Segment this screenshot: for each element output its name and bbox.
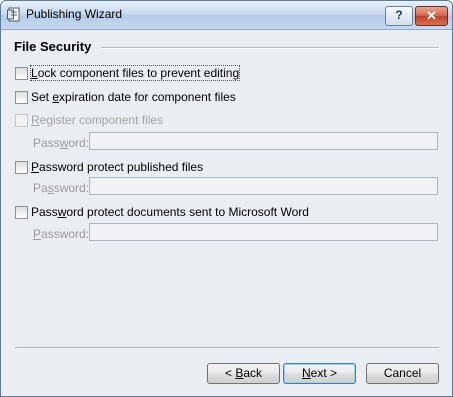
title-bar[interactable]: Publishing Wizard ? ✕ (1, 1, 452, 30)
button-text: Cancel (383, 366, 422, 380)
close-icon: ✕ (426, 8, 437, 23)
checkbox-label: Register component files (31, 113, 163, 127)
checkbox-label: Set expiration date for component files (31, 90, 236, 104)
word-password-field (89, 223, 438, 241)
section-title: File Security (14, 39, 96, 54)
checkbox-label: Lock component files to prevent editing (29, 65, 241, 81)
checkbox-label: Password protect documents sent to Micro… (31, 205, 309, 219)
label-text: xpiration date for component files (59, 90, 236, 104)
label-text: Set (31, 90, 53, 104)
word-password-label: Password: (33, 227, 89, 241)
help-icon: ? (395, 8, 403, 22)
label-text: assword: (41, 227, 90, 241)
button-text: ext > (310, 366, 338, 380)
section-divider (101, 47, 439, 49)
window-title: Publishing Wizard (26, 7, 123, 21)
label-accesskey: L (31, 66, 38, 80)
register-password-label: Password: (33, 136, 89, 150)
button-accesskey: N (301, 366, 311, 380)
cancel-button[interactable]: Cancel (366, 363, 439, 384)
button-text: < (224, 366, 236, 380)
next-button[interactable]: Next > (283, 363, 356, 384)
checkbox-box[interactable] (15, 206, 28, 219)
wizard-page: File Security Lock component files to pr… (1, 30, 452, 396)
label-text: egister component files (39, 113, 164, 127)
footer-divider (15, 347, 439, 349)
publishing-wizard-dialog: Publishing Wizard ? ✕ File Security Lock… (0, 0, 453, 397)
checkbox-box[interactable] (15, 91, 28, 104)
label-text: Pass (31, 205, 58, 219)
label-text: sword: (53, 181, 90, 195)
published-password-field (89, 177, 438, 195)
document-icon (7, 7, 20, 22)
published-password-label: Password: (33, 181, 89, 195)
back-button[interactable]: < Back (207, 363, 280, 384)
label-text: Pass (33, 136, 60, 150)
checkbox-label: Password protect published files (31, 160, 203, 174)
checkbox-box (15, 114, 28, 127)
label-text: Pa (33, 181, 48, 195)
close-button[interactable]: ✕ (415, 6, 448, 26)
label-accesskey: P (33, 227, 42, 241)
label-text: ock component files to prevent editing (37, 66, 240, 80)
label-text: ord: (68, 136, 90, 150)
label-accesskey: R (31, 113, 40, 127)
checkbox-box[interactable] (15, 67, 28, 80)
button-text: ack (243, 366, 263, 380)
help-button[interactable]: ? (385, 6, 413, 26)
label-text: ord protect documents sent to Microsoft … (66, 205, 309, 219)
checkbox-box[interactable] (15, 161, 28, 174)
label-text: assword protect published files (39, 160, 204, 174)
register-password-field (89, 132, 438, 150)
label-accesskey: P (31, 160, 40, 174)
